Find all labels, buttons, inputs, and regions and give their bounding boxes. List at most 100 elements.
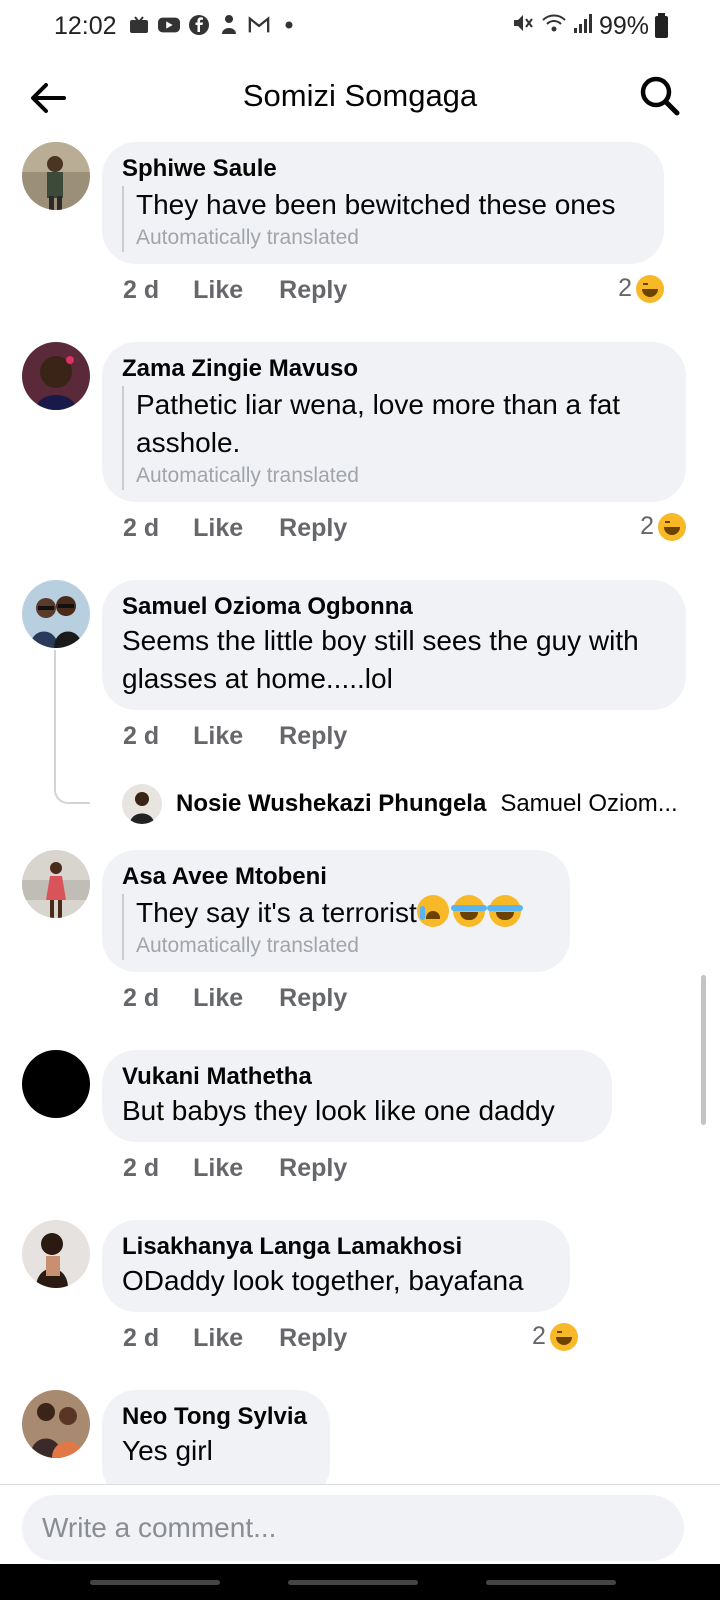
nav-back-button[interactable] xyxy=(486,1580,616,1585)
avatar[interactable] xyxy=(22,850,90,918)
translated-note[interactable]: Automatically translated xyxy=(136,932,550,960)
avatar[interactable] xyxy=(22,342,90,410)
comment-actions: 2 d Like Reply xyxy=(123,722,383,751)
reply-button[interactable]: Reply xyxy=(279,1154,347,1183)
like-button[interactable]: Like xyxy=(193,1154,243,1183)
reply-preview-text: Samuel Oziom... xyxy=(500,790,678,817)
comment-author[interactable]: Asa Avee Mtobeni xyxy=(122,862,550,892)
reaction-count: 2 xyxy=(640,512,654,540)
hand-icon xyxy=(218,14,240,36)
like-button[interactable]: Like xyxy=(193,1324,243,1353)
reply-button[interactable]: Reply xyxy=(279,984,347,1013)
comment-bubble[interactable]: Samuel Ozioma Ogbonna Seems the little b… xyxy=(102,580,686,710)
comment-actions: 2 d Like Reply xyxy=(123,1324,383,1353)
thread-connector xyxy=(54,780,90,804)
like-button[interactable]: Like xyxy=(193,984,243,1013)
like-button[interactable]: Like xyxy=(193,276,243,305)
comment-text-content: They say it's a terrorist xyxy=(136,897,417,928)
avatar[interactable] xyxy=(22,580,90,648)
comment-composer xyxy=(0,1484,720,1564)
avatar[interactable] xyxy=(22,142,90,210)
haha-reaction-icon xyxy=(636,274,664,303)
top-app-bar: Somizi Somgaga xyxy=(0,52,720,142)
page-title: Somizi Somgaga xyxy=(242,78,478,113)
reaction-summary[interactable]: 2 xyxy=(532,1322,578,1351)
comment-text: Yes girl xyxy=(122,1435,213,1466)
status-right: 99% xyxy=(511,12,668,41)
comment-author[interactable]: Neo Tong Sylvia xyxy=(122,1402,310,1432)
reply-button[interactable]: Reply xyxy=(279,1324,347,1353)
status-time: 12:02 xyxy=(54,12,117,40)
reaction-summary[interactable]: 2 xyxy=(618,274,664,303)
haha-reaction-icon xyxy=(549,1322,578,1351)
like-button[interactable]: Like xyxy=(193,514,243,543)
system-nav-bar xyxy=(0,1564,720,1600)
avatar[interactable] xyxy=(122,784,162,824)
comment-actions: 2 d Like Reply xyxy=(123,276,383,305)
reply-author[interactable]: Nosie Wushekazi Phungela xyxy=(176,790,486,818)
avatar[interactable] xyxy=(22,1220,90,1288)
tears-of-joy-emoji-icon xyxy=(450,895,487,927)
comment-bubble[interactable]: Sphiwe Saule They have been bewitched th… xyxy=(102,142,664,264)
comment-list[interactable]: Sphiwe Saule They have been bewitched th… xyxy=(0,142,720,1484)
reply-button[interactable]: Reply xyxy=(279,722,347,751)
reply-button[interactable]: Reply xyxy=(279,514,347,543)
comment-time[interactable]: 2 d xyxy=(123,1324,159,1353)
scrollbar[interactable] xyxy=(701,975,706,1125)
gmail-icon xyxy=(248,14,270,36)
battery-icon xyxy=(655,12,668,38)
comment-author[interactable]: Lisakhanya Langa Lamakhosi xyxy=(122,1232,550,1262)
tears-of-joy-emoji-icon xyxy=(486,895,523,927)
comment-time[interactable]: 2 d xyxy=(123,722,159,751)
comment-author[interactable]: Sphiwe Saule xyxy=(122,154,644,184)
haha-reaction-icon xyxy=(658,512,686,541)
loudly-crying-emoji-icon xyxy=(416,895,449,927)
avatar[interactable] xyxy=(22,1390,90,1458)
reply-preview-row[interactable]: Nosie Wushekazi Phungela Samuel Oziom... xyxy=(122,784,678,824)
comment-bubble[interactable]: Lisakhanya Langa Lamakhosi ODaddy look t… xyxy=(102,1220,570,1312)
avatar[interactable] xyxy=(22,1050,90,1118)
status-bar: 12:02 99% xyxy=(0,0,720,52)
comment-time[interactable]: 2 d xyxy=(123,514,159,543)
comment-text: Pathetic liar wena, love more than a fat… xyxy=(136,389,621,458)
notification-icons xyxy=(128,14,300,36)
reply-button[interactable]: Reply xyxy=(279,276,347,305)
comment-time[interactable]: 2 d xyxy=(123,984,159,1013)
translated-note[interactable]: Automatically translated xyxy=(136,462,666,490)
signal-icon xyxy=(573,12,593,41)
translated-note[interactable]: Automatically translated xyxy=(136,224,644,252)
comment-bubble[interactable]: Zama Zingie Mavuso Pathetic liar wena, l… xyxy=(102,342,686,502)
comment-input[interactable] xyxy=(22,1495,684,1561)
comment-author[interactable]: Samuel Ozioma Ogbonna xyxy=(122,592,666,622)
mute-icon xyxy=(511,12,535,41)
inbox-icon xyxy=(128,14,150,36)
comment-author[interactable]: Vukani Mathetha xyxy=(122,1062,592,1092)
search-button[interactable] xyxy=(638,74,682,118)
comment-time[interactable]: 2 d xyxy=(123,1154,159,1183)
facebook-icon xyxy=(188,14,210,36)
search-icon xyxy=(640,76,680,116)
comment-time[interactable]: 2 d xyxy=(123,276,159,305)
comment-author[interactable]: Zama Zingie Mavuso xyxy=(122,354,666,384)
reaction-summary[interactable]: 2 xyxy=(640,512,686,541)
dot-icon xyxy=(278,14,300,36)
translated-block: Pathetic liar wena, love more than a fat… xyxy=(122,386,666,490)
comment-bubble[interactable]: Asa Avee Mtobeni They say it's a terrori… xyxy=(102,850,570,972)
like-button[interactable]: Like xyxy=(193,722,243,751)
comment-bubble[interactable]: Neo Tong Sylvia Yes girl xyxy=(102,1390,330,1484)
wifi-icon xyxy=(541,12,567,41)
translated-block: They say it's a terrorist Automatically … xyxy=(122,894,550,960)
comment-text: Seems the little boy still sees the guy … xyxy=(122,625,639,694)
comment-bubble[interactable]: Vukani Mathetha But babys they look like… xyxy=(102,1050,612,1142)
translated-block: They have been bewitched these ones Auto… xyxy=(122,186,644,252)
youtube-icon xyxy=(158,14,180,36)
reaction-count: 2 xyxy=(532,1322,546,1350)
reaction-count: 2 xyxy=(618,274,632,302)
comment-actions: 2 d Like Reply xyxy=(123,984,383,1013)
comment-text: They say it's a terrorist xyxy=(136,894,550,932)
comment-text: But babys they look like one daddy xyxy=(122,1095,555,1126)
comment-text: ODaddy look together, bayafana xyxy=(122,1265,524,1296)
thread-line xyxy=(54,650,56,780)
nav-recents-button[interactable] xyxy=(90,1580,220,1585)
nav-home-button[interactable] xyxy=(288,1580,418,1585)
